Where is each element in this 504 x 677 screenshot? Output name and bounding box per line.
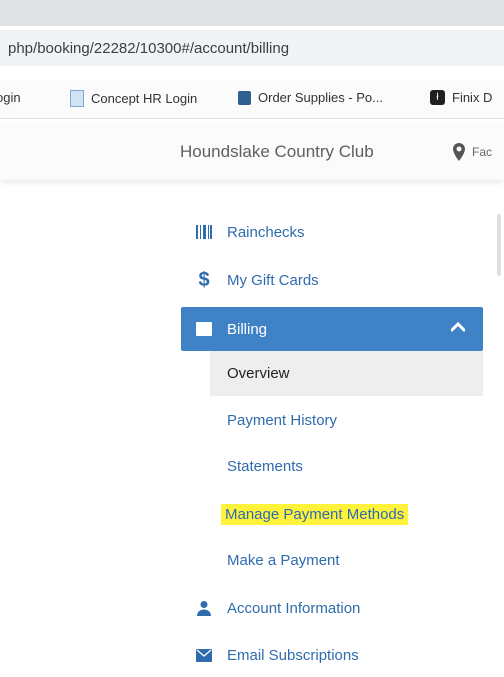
submenu-label: Overview <box>227 365 290 382</box>
menu-label: Billing <box>227 320 268 338</box>
submenu-label: Payment History <box>227 412 338 429</box>
envelope-icon <box>188 648 220 662</box>
bookmark-order-supplies[interactable]: Order Supplies - Po... <box>238 90 383 105</box>
credit-card-icon <box>188 322 220 336</box>
menu-item-billing[interactable]: Billing <box>181 307 483 351</box>
facility-selector-label[interactable]: Fac <box>472 145 492 159</box>
menu-label: My Gift Cards <box>227 271 319 289</box>
tab-text-fragment <box>226 0 276 6</box>
submenu-label: Make a Payment <box>227 552 340 569</box>
menu-item-account-information[interactable]: Account Information <box>181 586 483 630</box>
submenu-label-highlighted: Manage Payment Methods <box>221 504 409 525</box>
submenu-item-statements[interactable]: Statements <box>210 444 483 489</box>
bookmarks-bar: ogin Concept HR Login Order Supplies - P… <box>0 80 504 119</box>
url-text[interactable]: php/booking/22282/10300#/account/billing <box>8 40 289 57</box>
supplies-icon <box>238 90 251 105</box>
menu-item-email-subscriptions[interactable]: Email Subscriptions <box>181 633 483 677</box>
menu-label: Rainchecks <box>227 223 305 241</box>
submenu-item-payment-history[interactable]: Payment History <box>210 398 483 443</box>
bookmark-login[interactable]: ogin <box>0 90 21 105</box>
bookmark-finix[interactable]: ł Finix D <box>430 90 492 105</box>
bookmark-label: Order Supplies - Po... <box>258 90 383 105</box>
menu-item-my-gift-cards[interactable]: $ My Gift Cards <box>181 258 483 302</box>
bookmark-concept-hr-login[interactable]: Concept HR Login <box>70 90 197 107</box>
location-pin-icon[interactable] <box>453 143 465 161</box>
finix-icon: ł <box>430 90 445 105</box>
submenu-label: Statements <box>227 458 303 475</box>
menu-label: Email Subscriptions <box>227 646 359 664</box>
address-bar[interactable]: php/booking/22282/10300#/account/billing <box>0 30 504 66</box>
dollar-icon: $ <box>198 268 210 291</box>
barcode-icon <box>188 224 220 240</box>
bookmark-label: Finix D <box>452 90 493 105</box>
scrollbar-thumb[interactable] <box>497 214 501 276</box>
user-icon <box>188 600 220 616</box>
club-name[interactable]: Houndslake Country Club <box>180 142 374 162</box>
chevron-up-icon[interactable] <box>451 322 465 332</box>
bookmark-label: Concept HR Login <box>91 91 198 106</box>
submenu-item-make-a-payment[interactable]: Make a Payment <box>210 538 483 583</box>
menu-label: Account Information <box>227 599 361 617</box>
submenu-item-manage-payment-methods[interactable]: Manage Payment Methods <box>210 492 483 537</box>
bookmark-label: ogin <box>0 90 21 105</box>
browser-tab-strip <box>0 0 504 26</box>
menu-item-rainchecks[interactable]: Rainchecks <box>181 210 483 254</box>
document-icon <box>70 90 84 107</box>
site-header: Houndslake Country Club Fac <box>0 124 504 180</box>
submenu-item-overview[interactable]: Overview <box>210 351 483 396</box>
